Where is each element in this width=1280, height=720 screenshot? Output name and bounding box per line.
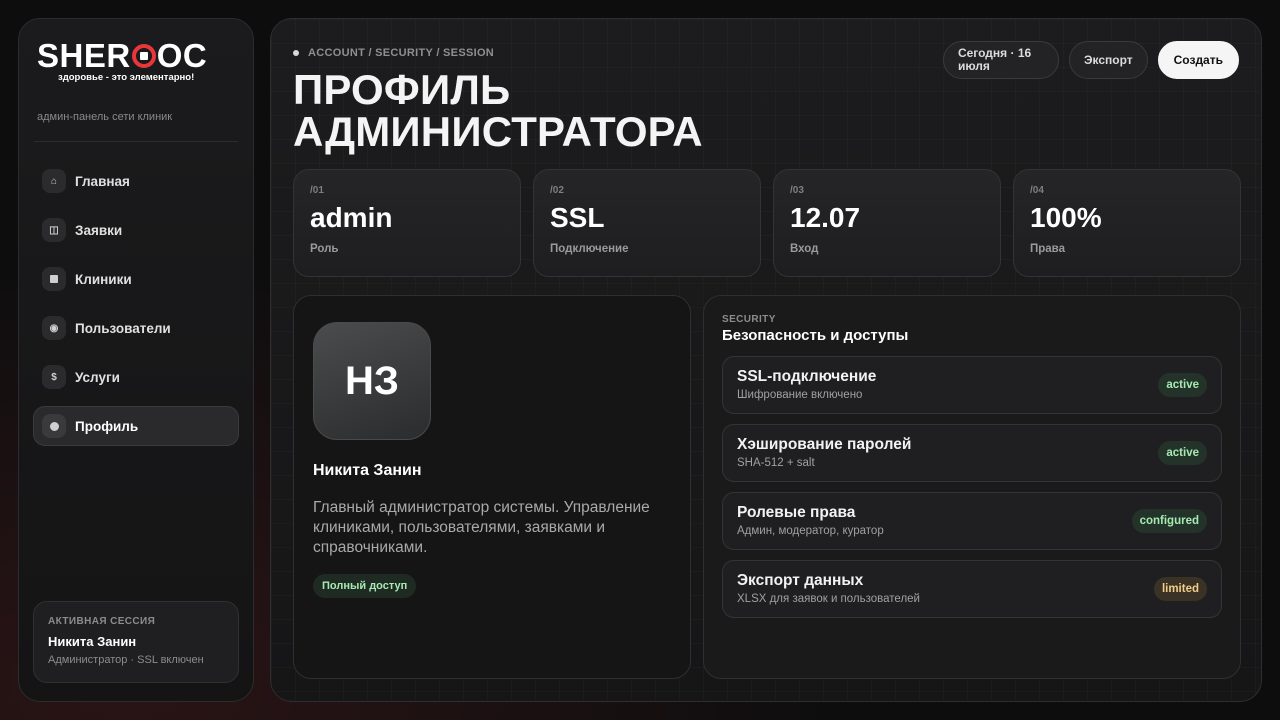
sidebar-item-label: Клиники: [75, 271, 132, 287]
profile-description: Главный администратор системы. Управлени…: [313, 499, 650, 556]
breadcrumb-dot-icon: [293, 50, 299, 56]
logo-wordmark: SHER OC: [37, 39, 207, 73]
sidebar-divider: [34, 141, 238, 142]
sidebar-subtitle: админ-панель сети клиник: [37, 111, 173, 123]
dollar-icon: $: [42, 365, 66, 389]
stat-card-connection: /02 SSL Подключение: [533, 169, 761, 277]
security-title: Безопасность и доступы: [722, 327, 909, 344]
security-item-ssl[interactable]: SSL-подключение Шифрование включено acti…: [722, 356, 1222, 414]
security-card: SECURITY Безопасность и доступы SSL-подк…: [703, 295, 1241, 679]
sidebar-item-clinics[interactable]: Клиники: [33, 259, 239, 299]
status-badge: active: [1158, 373, 1207, 397]
export-button[interactable]: Экспорт: [1068, 41, 1148, 79]
stat-value: 100%: [1030, 202, 1102, 233]
sidebar-item-label: Главная: [75, 173, 130, 189]
requests-icon: ◫: [42, 218, 66, 242]
stat-label: Подключение: [550, 243, 629, 255]
date-button[interactable]: Сегодня · 16 июля: [942, 41, 1059, 79]
stat-index: /02: [550, 185, 564, 196]
sidebar-item-label: Пользователи: [75, 320, 171, 336]
sidebar-item-users[interactable]: ◉ Пользователи: [33, 308, 239, 348]
security-item-desc: SHA-512 + salt: [737, 457, 815, 469]
stat-value: admin: [310, 202, 393, 233]
session-user-role: Администратор · SSL включен: [48, 654, 204, 666]
security-item-name: SSL-подключение: [737, 368, 877, 385]
sidebar-nav: ⌂ Главная ◫ Заявки Клиники ◉ Пользовател…: [33, 161, 239, 455]
breadcrumb: ACCOUNT / SECURITY / SESSION: [293, 47, 494, 59]
breadcrumb-text: ACCOUNT / SECURITY / SESSION: [308, 47, 495, 59]
stat-index: /04: [1030, 185, 1044, 196]
main-panel: ACCOUNT / SECURITY / SESSION ПРОФИЛЬ АДМ…: [270, 18, 1262, 702]
sidebar-item-label: Услуги: [75, 369, 120, 385]
security-item-desc: Шифрование включено: [737, 389, 863, 401]
profile-icon: [42, 414, 66, 438]
sidebar-item-services[interactable]: $ Услуги: [33, 357, 239, 397]
security-item-hashing[interactable]: Хэширование паролей SHA-512 + salt activ…: [722, 424, 1222, 482]
stat-value: 12.07: [790, 202, 861, 233]
logo-text-left: SHER: [37, 37, 131, 74]
stats-row: /01 admin Роль /02 SSL Подключение /03 1…: [293, 169, 1241, 277]
session-user-name: Никита Занин: [48, 634, 137, 649]
stat-label: Роль: [310, 243, 339, 255]
sidebar-item-label: Заявки: [75, 222, 123, 238]
logo-text-right: OC: [156, 37, 208, 74]
security-list: SSL-подключение Шифрование включено acti…: [722, 356, 1222, 618]
sidebar-item-home[interactable]: ⌂ Главная: [33, 161, 239, 201]
security-item-roles[interactable]: Ролевые права Админ, модератор, куратор …: [722, 492, 1222, 550]
status-badge: configured: [1131, 509, 1207, 533]
header-actions: Сегодня · 16 июля Экспорт Создать: [942, 41, 1239, 79]
status-badge: active: [1158, 441, 1207, 465]
sidebar-item-label: Профиль: [75, 418, 139, 434]
stat-card-login: /03 12.07 Вход: [773, 169, 1001, 277]
home-icon: ⌂: [42, 169, 66, 193]
security-item-desc: XLSX для заявок и пользователей: [737, 593, 920, 605]
status-badge: limited: [1153, 577, 1207, 601]
stat-index: /01: [310, 185, 324, 196]
users-icon: ◉: [42, 316, 66, 340]
stat-label: Вход: [790, 243, 819, 255]
profile-card: НЗ Никита Занин Главный администратор си…: [293, 295, 691, 679]
sidebar-item-profile[interactable]: Профиль: [33, 406, 239, 446]
create-button[interactable]: Создать: [1157, 41, 1239, 79]
access-badge: Полный доступ: [313, 574, 417, 598]
stat-card-role: /01 admin Роль: [293, 169, 521, 277]
session-caption: АКТИВНАЯ СЕССИЯ: [48, 616, 156, 627]
sidebar-item-requests[interactable]: ◫ Заявки: [33, 210, 239, 250]
security-caption: SECURITY: [722, 314, 776, 325]
security-item-name: Хэширование паролей: [737, 436, 912, 453]
stat-index: /03: [790, 185, 804, 196]
profile-name: Никита Занин: [313, 462, 422, 479]
clinic-icon: [42, 267, 66, 291]
avatar[interactable]: НЗ: [313, 322, 431, 440]
active-session-card[interactable]: АКТИВНАЯ СЕССИЯ Никита Занин Администрат…: [33, 601, 239, 683]
security-item-name: Экспорт данных: [737, 572, 864, 589]
logo-tagline: здоровье - это элементарно!: [58, 72, 195, 83]
page-title: ПРОФИЛЬ АДМИНИСТРАТОРА: [293, 66, 703, 155]
security-item-export[interactable]: Экспорт данных XLSX для заявок и пользов…: [722, 560, 1222, 618]
sidebar: SHER OC здоровье - это элементарно! адми…: [18, 18, 254, 702]
brand-logo[interactable]: SHER OC здоровье - это элементарно!: [37, 39, 207, 84]
stat-value: SSL: [550, 202, 605, 233]
stat-label: Права: [1030, 243, 1065, 255]
logo-mark-icon: [131, 44, 156, 68]
stat-card-permissions: /04 100% Права: [1013, 169, 1241, 277]
